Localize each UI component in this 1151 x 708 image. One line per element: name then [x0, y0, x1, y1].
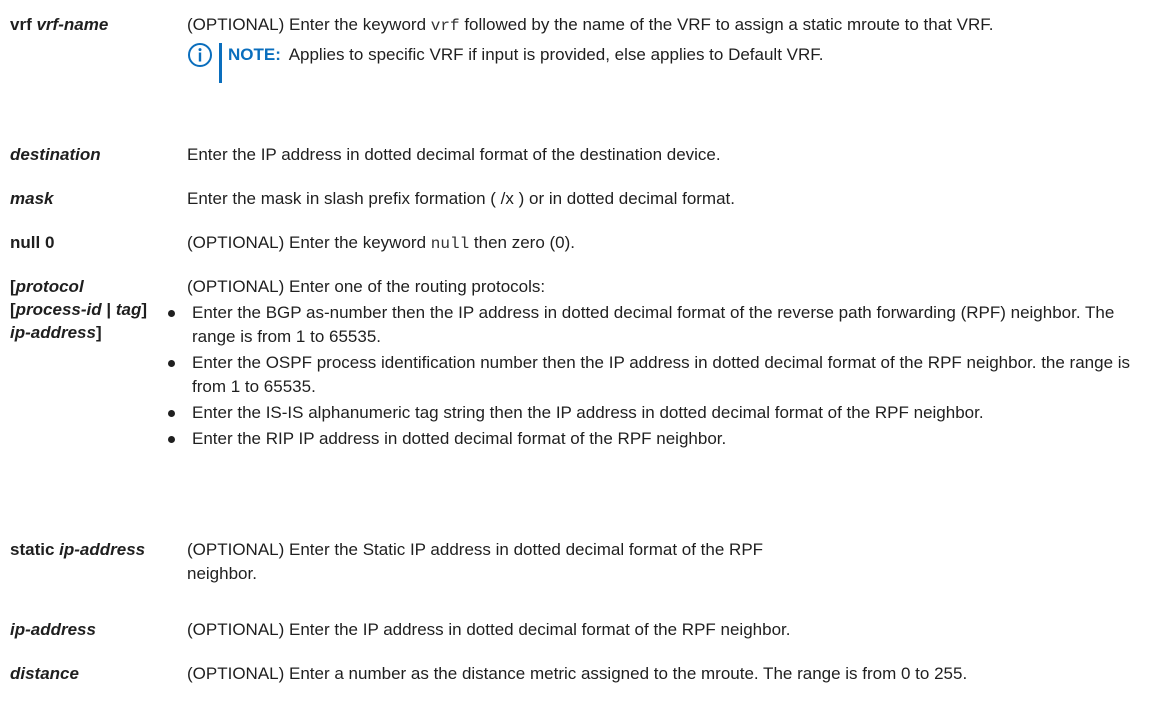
- param-desc-destination: Enter the IP address in dotted decimal f…: [187, 145, 721, 164]
- term-variable: destination: [10, 145, 101, 164]
- param-desc-static: (OPTIONAL) Enter the Static IP address i…: [187, 540, 764, 583]
- desc-text-b: then zero (0).: [473, 233, 576, 252]
- info-icon: [188, 43, 212, 67]
- term-variable: process-id: [15, 300, 102, 319]
- desc-text-a: (OPTIONAL) Enter the keyword: [187, 233, 427, 252]
- param-desc-vrf: (OPTIONAL) Enter the keyword vrf followe…: [187, 13, 1147, 83]
- desc-text-a: (OPTIONAL) Enter the keyword: [187, 15, 427, 34]
- term-variable: ip-address: [10, 620, 96, 639]
- list-item: Enter the OSPF process identification nu…: [163, 351, 1147, 399]
- term-variable: tag: [115, 300, 142, 319]
- param-term-protocol: [protocol [process-id | tag] ip-address]: [10, 275, 182, 344]
- term-variable: vrf-name: [36, 15, 109, 34]
- note-body: NOTE: Applies to specific VRF if input i…: [228, 43, 824, 67]
- desc-code-keyword: vrf: [430, 17, 460, 35]
- term-variable: mask: [10, 189, 54, 208]
- param-term-destination: destination: [10, 143, 160, 166]
- protocol-list: Enter the BGP as-number then the IP addr…: [163, 301, 1147, 451]
- list-item: Enter the RIP IP address in dotted decim…: [163, 427, 1147, 451]
- note-callout: NOTE: Applies to specific VRF if input i…: [187, 43, 1147, 83]
- param-desc-distance: (OPTIONAL) Enter a number as the distanc…: [187, 664, 968, 683]
- param-term-null: null 0: [10, 233, 55, 252]
- param-term-ip-address: ip-address: [10, 618, 160, 641]
- param-term-mask: mask: [10, 187, 160, 210]
- term-bracket: ]: [141, 300, 148, 319]
- note-divider: [219, 43, 222, 83]
- term-keyword: vrf: [10, 15, 32, 34]
- desc-intro: (OPTIONAL) Enter one of the routing prot…: [187, 277, 546, 296]
- term-bracket: ]: [95, 323, 102, 342]
- desc-code-keyword: null: [430, 235, 470, 253]
- term-variable: distance: [10, 664, 79, 683]
- term-variable: ip-address: [10, 323, 96, 342]
- desc-text-b: followed by the name of the VRF to assig…: [464, 15, 994, 34]
- param-term-vrf: vrf vrf-name: [10, 13, 160, 36]
- term-variable: ip-address: [59, 540, 146, 559]
- param-desc-ip-address: (OPTIONAL) Enter the IP address in dotte…: [187, 620, 791, 639]
- term-keyword: static: [10, 540, 55, 559]
- param-desc-null: (OPTIONAL) Enter the keyword null then z…: [187, 231, 1147, 256]
- param-desc-protocol: (OPTIONAL) Enter one of the routing prot…: [168, 275, 1147, 451]
- param-term-distance: distance: [10, 662, 160, 685]
- list-item: Enter the IS-IS alphanumeric tag string …: [163, 401, 1147, 425]
- note-label: NOTE:: [228, 45, 281, 64]
- term-variable: protocol: [15, 277, 84, 296]
- list-item: Enter the BGP as-number then the IP addr…: [163, 301, 1147, 349]
- param-desc-mask: Enter the mask in slash prefix formation…: [187, 189, 735, 208]
- param-term-static: static ip-address: [10, 538, 185, 561]
- term-separator: |: [101, 300, 116, 319]
- note-text: Applies to specific VRF if input is prov…: [288, 45, 824, 64]
